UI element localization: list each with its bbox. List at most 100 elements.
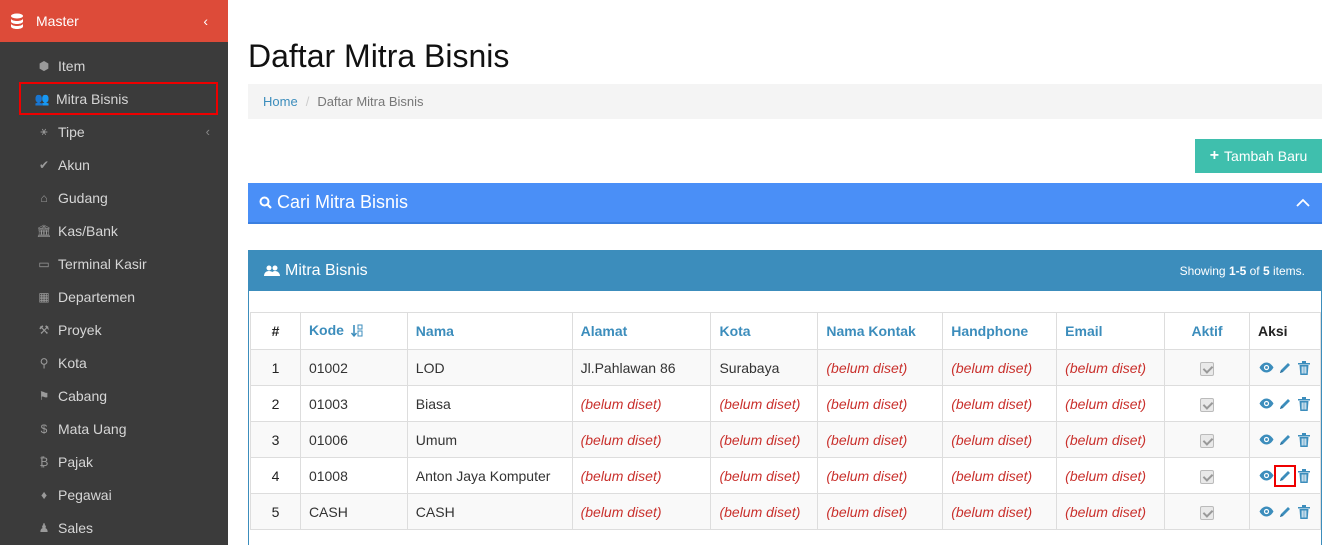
delete-icon[interactable]: [1296, 396, 1312, 412]
view-icon[interactable]: [1258, 396, 1274, 412]
sidebar-item-pajak[interactable]: ₿ Pajak: [0, 445, 228, 478]
grid-panel: Mitra Bisnis Showing 1-5 of 5 items. # K…: [248, 250, 1322, 545]
page-title: Daftar Mitra Bisnis: [248, 38, 510, 74]
cell-email: (belum diset): [1056, 421, 1166, 458]
cell-nama: Anton Jaya Komputer: [406, 457, 573, 494]
cell-alamat: (belum diset): [571, 493, 712, 530]
cell-hp: (belum diset): [942, 493, 1058, 530]
chevron-up-icon[interactable]: [1296, 195, 1310, 211]
col-aktif[interactable]: Aktif: [1164, 312, 1250, 350]
sidebar-item-cabang[interactable]: ⚑ Cabang: [0, 379, 228, 412]
sidebar-item-label: Cabang: [58, 387, 108, 404]
sidebar-item-tipe[interactable]: ⚹ Tipe ‹: [0, 115, 228, 148]
table-header-row: # Kode Nama Alamat Kota Nama Kontak Hand…: [250, 312, 1321, 350]
delete-icon[interactable]: [1296, 360, 1312, 376]
aktif-checkbox: [1200, 505, 1215, 520]
col-kode[interactable]: Kode: [299, 312, 408, 350]
sidebar-item-proyek[interactable]: ⚒ Proyek: [0, 313, 228, 346]
search-panel-title: Cari Mitra Bisnis: [277, 192, 409, 212]
sidebar-item-sales[interactable]: ♟ Sales: [0, 511, 228, 544]
edit-icon[interactable]: [1277, 396, 1293, 412]
cell-alamat: Jl.Pahlawan 86: [571, 349, 712, 386]
sidebar-item-gudang[interactable]: ⌂ Gudang: [0, 181, 228, 214]
grid-summary: Showing 1-5 of 5 items.: [1180, 264, 1305, 278]
cell-kontak: (belum diset): [817, 385, 944, 422]
view-icon[interactable]: [1258, 468, 1274, 484]
view-icon[interactable]: [1258, 504, 1274, 520]
flag-icon: ⚑: [38, 388, 50, 403]
cell-email: (belum diset): [1056, 457, 1166, 494]
sidebar-item-kota[interactable]: ⚲ Kota: [0, 346, 228, 379]
sidebar-item-item[interactable]: ⬢ Item: [0, 49, 228, 82]
sidebar-item-kas-bank[interactable]: 🏛 Kas/Bank: [0, 214, 228, 247]
database-icon: [10, 13, 26, 29]
sidebar-item-mata-uang[interactable]: $ Mata Uang: [0, 412, 228, 445]
col-nama-kontak[interactable]: Nama Kontak: [817, 312, 944, 350]
delete-icon[interactable]: [1296, 504, 1312, 520]
bitcoin-icon: ₿: [39, 454, 49, 469]
cell-num: 5: [250, 493, 301, 530]
cell-hp: (belum diset): [942, 385, 1058, 422]
sidebar-item-pegawai[interactable]: ♦ Pegawai: [0, 478, 228, 511]
cell-email: (belum diset): [1056, 349, 1166, 386]
view-icon[interactable]: [1258, 360, 1274, 376]
sidebar-item-label: Sales: [58, 519, 94, 536]
cube-icon: ⬢: [38, 58, 50, 73]
sidebar-item-label: Departemen: [58, 288, 136, 305]
sidebar-item-label: Pegawai: [58, 486, 112, 503]
cell-alamat: (belum diset): [571, 457, 712, 494]
col-alamat[interactable]: Alamat: [571, 312, 712, 350]
sidebar-item-akun[interactable]: ✔ Akun: [0, 148, 228, 181]
edit-icon[interactable]: [1277, 432, 1293, 448]
sidebar-item-mitra-bisnis[interactable]: 👥 Mitra Bisnis: [19, 82, 218, 115]
cell-kode: CASH: [299, 493, 408, 530]
cell-kota: (belum diset): [710, 385, 819, 422]
delete-icon[interactable]: [1296, 468, 1312, 484]
cell-num: 2: [250, 385, 301, 422]
summary-prefix: Showing: [1179, 264, 1229, 278]
edit-icon[interactable]: [1277, 360, 1293, 376]
cell-alamat: (belum diset): [571, 385, 712, 422]
cell-kontak: (belum diset): [817, 349, 944, 386]
edit-icon[interactable]: [1274, 464, 1296, 487]
sidebar-item-label: Kota: [58, 354, 87, 371]
cell-aktif: [1164, 493, 1250, 530]
breadcrumb: Home / Daftar Mitra Bisnis: [248, 84, 1322, 119]
cell-aktif: [1164, 457, 1250, 494]
sidebar-item-label: Pajak: [58, 453, 94, 470]
breadcrumb-current: Daftar Mitra Bisnis: [317, 94, 424, 109]
aktif-checkbox: [1200, 469, 1215, 484]
edit-icon[interactable]: [1277, 504, 1293, 520]
cell-nama: CASH: [406, 493, 573, 530]
cell-alamat: (belum diset): [571, 421, 712, 458]
cell-kontak: (belum diset): [817, 493, 944, 530]
col-handphone[interactable]: Handphone: [942, 312, 1058, 350]
dollar-icon: $: [40, 421, 48, 436]
sidebar-item-label: Item: [58, 57, 86, 74]
check-icon: ✔: [38, 157, 50, 172]
sidebar-item-terminal-kasir[interactable]: ▭ Terminal Kasir: [0, 247, 228, 280]
col-email[interactable]: Email: [1056, 312, 1166, 350]
cell-kode: 01003: [299, 385, 408, 422]
cell-aktif: [1164, 385, 1250, 422]
view-icon[interactable]: [1258, 432, 1274, 448]
grid-panel-header: Mitra Bisnis Showing 1-5 of 5 items.: [249, 251, 1321, 291]
breadcrumb-home-link[interactable]: Home: [263, 94, 298, 109]
cell-kode: 01002: [299, 349, 408, 386]
add-new-button[interactable]: + Tambah Baru: [1195, 139, 1322, 173]
col-kota[interactable]: Kota: [710, 312, 819, 350]
delete-icon[interactable]: [1296, 432, 1312, 448]
sidebar-item-departemen[interactable]: ▦ Departemen: [0, 280, 228, 313]
table-row: 2 01003 Biasa (belum diset) (belum diset) (be…: [250, 385, 1321, 422]
chevron-left-icon: ‹: [203, 13, 208, 29]
summary-total: 5: [1262, 264, 1270, 278]
search-panel-header[interactable]: Cari Mitra Bisnis: [248, 183, 1322, 224]
col-nama[interactable]: Nama: [406, 312, 573, 350]
plus-icon: +: [1209, 147, 1220, 164]
chevron-left-icon: ‹: [205, 124, 210, 139]
aktif-checkbox: [1200, 361, 1215, 376]
cell-hp: (belum diset): [942, 349, 1058, 386]
cell-num: 3: [250, 421, 301, 458]
building-icon: ▦: [38, 289, 50, 304]
sidebar-section-master[interactable]: Master ‹: [0, 0, 228, 42]
